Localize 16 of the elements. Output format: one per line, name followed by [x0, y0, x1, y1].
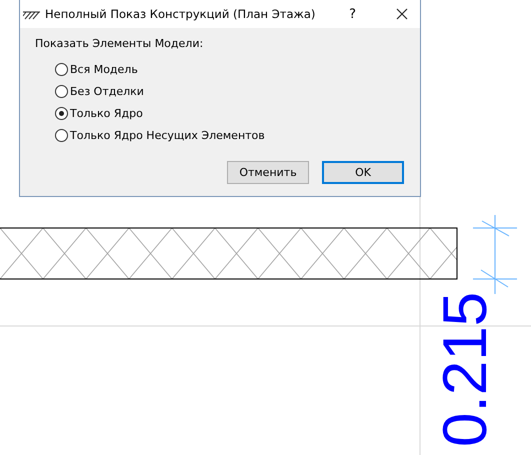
- cancel-button[interactable]: Отменить: [227, 161, 309, 184]
- radio-option[interactable]: Без Отделки: [55, 80, 420, 102]
- ok-button[interactable]: OK: [322, 161, 404, 184]
- group-label: Показать Элементы Модели:: [35, 37, 204, 52]
- help-button[interactable]: ?: [349, 6, 356, 22]
- radio-option[interactable]: Только Ядро: [55, 102, 420, 124]
- dimension-value: 0.215: [431, 292, 500, 447]
- radio-button[interactable]: [55, 84, 68, 98]
- close-icon[interactable]: [396, 8, 408, 20]
- radio-button[interactable]: [55, 128, 68, 142]
- radio-option[interactable]: Вся Модель: [55, 58, 420, 80]
- window-title: Неполный Показ Конструкций (План Этажа): [45, 7, 316, 21]
- hatch-icon: [23, 8, 40, 20]
- radio-button[interactable]: [55, 106, 68, 120]
- radio-button[interactable]: [55, 62, 68, 76]
- radio-option[interactable]: Только Ядро Несущих Элементов: [55, 124, 420, 146]
